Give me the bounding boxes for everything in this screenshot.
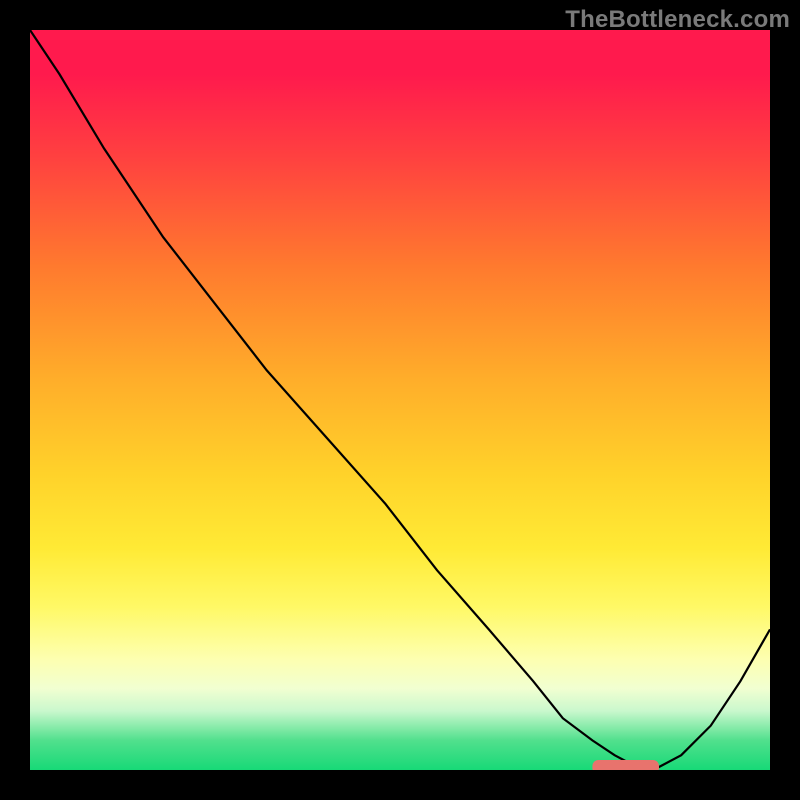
chart-container: TheBottleneck.com	[0, 0, 800, 800]
optimal-marker	[592, 760, 659, 770]
line-overlay	[30, 30, 770, 770]
plot-area	[30, 30, 770, 770]
bottleneck-curve	[30, 30, 770, 767]
